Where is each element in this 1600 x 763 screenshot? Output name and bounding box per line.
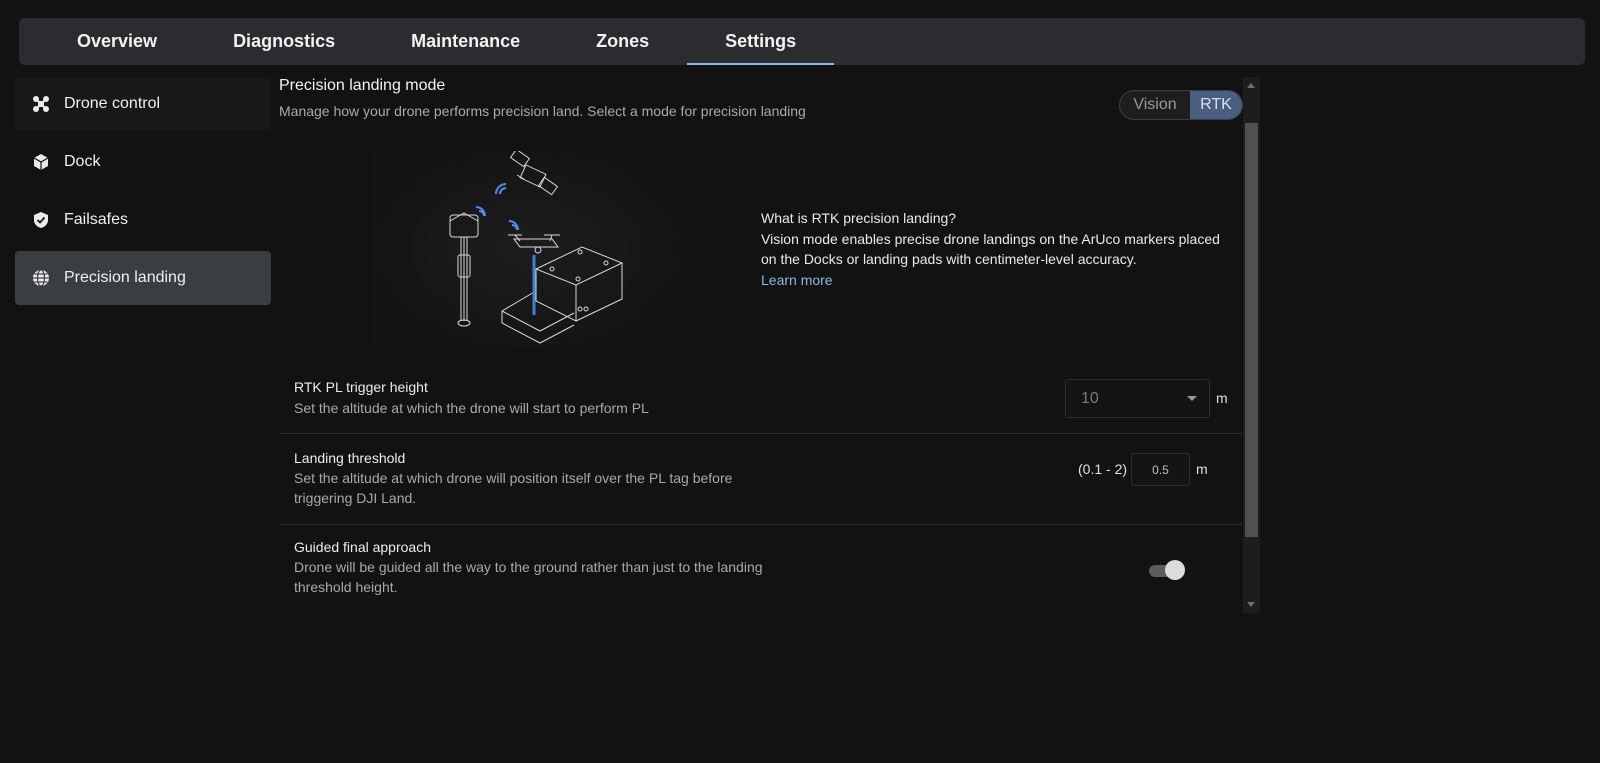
page-description: Manage how your drone performs precision…: [279, 103, 806, 119]
sidebar-item-label: Drone control: [64, 95, 161, 112]
chevron-down-icon: [1187, 396, 1197, 401]
scroll-down-arrow-icon[interactable]: [1247, 602, 1255, 607]
tab-settings[interactable]: Settings: [687, 18, 835, 65]
scroll-up-arrow-icon[interactable]: [1247, 83, 1255, 88]
precision-landing-panel: Precision landing mode Manage how your d…: [279, 77, 1262, 613]
mode-segmented-control: Vision RTK: [1119, 90, 1243, 120]
page-title: Precision landing mode: [279, 77, 446, 94]
guided-approach-title: Guided final approach: [294, 539, 431, 555]
mode-option-rtk[interactable]: RTK: [1190, 91, 1242, 119]
learn-more-link[interactable]: Learn more: [761, 272, 833, 288]
trigger-height-title: RTK PL trigger height: [294, 379, 428, 395]
scrollbar-thumb[interactable]: [1245, 123, 1258, 537]
sidebar-item-dock[interactable]: Dock: [15, 135, 271, 189]
landing-threshold-input[interactable]: 0.5: [1131, 453, 1190, 486]
mode-option-vision[interactable]: Vision: [1120, 91, 1190, 119]
sidebar-item-failsafes[interactable]: Failsafes: [15, 193, 271, 247]
tab-diagnostics[interactable]: Diagnostics: [195, 18, 373, 65]
tab-zones[interactable]: Zones: [558, 18, 687, 65]
tab-maintenance[interactable]: Maintenance: [373, 18, 558, 65]
trigger-height-description: Set the altitude at which the drone will…: [294, 400, 649, 416]
trigger-height-unit: m: [1216, 390, 1228, 406]
top-tab-bar: Overview Diagnostics Maintenance Zones S…: [19, 18, 1585, 65]
guided-approach-toggle[interactable]: [1149, 560, 1185, 580]
guided-approach-description: Drone will be guided all the way to the …: [294, 559, 763, 595]
panel-scrollbar[interactable]: [1243, 77, 1260, 613]
toggle-knob: [1165, 560, 1185, 580]
sidebar-item-drone-control[interactable]: Drone control: [15, 77, 271, 131]
landing-threshold-range: (0.1 - 2): [1078, 461, 1128, 477]
tab-overview[interactable]: Overview: [39, 18, 195, 65]
drone-icon: [32, 95, 50, 113]
sidebar-item-label: Failsafes: [64, 211, 129, 228]
cube-icon: [32, 153, 50, 171]
trigger-height-select[interactable]: 10: [1065, 379, 1210, 418]
sidebar-item-label: Precision landing: [64, 269, 186, 286]
trigger-height-value: 10: [1081, 389, 1099, 407]
sidebar-item-precision-landing[interactable]: Precision landing: [15, 251, 271, 305]
landing-threshold-description: Set the altitude at which drone will pos…: [294, 470, 733, 506]
info-heading: What is RTK precision landing?: [761, 210, 957, 226]
divider: [279, 433, 1246, 434]
shield-check-icon: [32, 211, 50, 229]
info-body: Vision mode enables precise drone landin…: [761, 230, 1220, 268]
rtk-landing-illustration: [374, 148, 680, 347]
settings-sidebar: Drone control Dock Failsafes Precision l…: [15, 77, 271, 309]
landing-threshold-title: Landing threshold: [294, 450, 406, 466]
rtk-info-block: What is RTK precision landing? Vision mo…: [761, 208, 1221, 290]
landing-threshold-unit: m: [1196, 461, 1208, 477]
globe-icon: [32, 269, 50, 287]
divider: [279, 524, 1246, 525]
sidebar-item-label: Dock: [64, 153, 101, 170]
